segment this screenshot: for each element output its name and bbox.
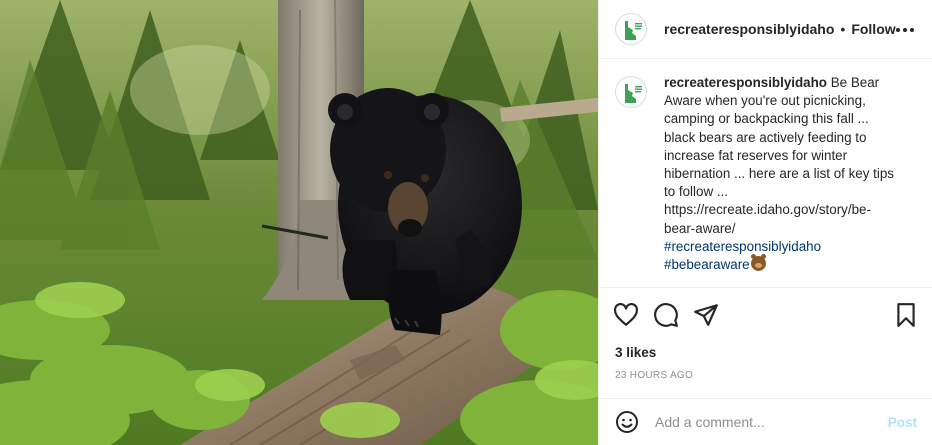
caption-username[interactable]: recreateresponsiblyidaho — [664, 75, 827, 90]
idaho-logo-icon — [625, 21, 642, 40]
action-bar — [613, 302, 919, 328]
post-timestamp[interactable]: 23 HOURS AGO — [615, 370, 693, 381]
caption-text: recreateresponsiblyidaho Be Bear Aware w… — [664, 74, 900, 274]
follow-button[interactable]: Follow — [851, 21, 895, 37]
hashtag-link[interactable]: #recreateresponsiblyidaho — [664, 238, 900, 256]
hashtag-link[interactable]: #bebearaware — [664, 257, 750, 272]
post-sidebar: recreateresponsiblyidaho • Follow recrea… — [598, 0, 932, 445]
post-header: recreateresponsiblyidaho • Follow — [599, 0, 932, 59]
bear-face-emoji — [750, 254, 766, 272]
comment-bar: Post — [599, 399, 932, 445]
avatar[interactable] — [615, 13, 647, 45]
idaho-logo-icon — [625, 84, 642, 103]
caption-body: Be Bear Aware when you're out picnicking… — [664, 75, 894, 236]
paper-plane-icon[interactable] — [693, 302, 719, 328]
post-photo[interactable] — [0, 0, 598, 445]
post-comment-button[interactable]: Post — [888, 415, 917, 430]
header-username[interactable]: recreateresponsiblyidaho — [664, 21, 834, 37]
bookmark-icon[interactable] — [893, 302, 919, 328]
caption-avatar[interactable] — [615, 76, 647, 108]
caption: recreateresponsiblyidaho Be Bear Aware w… — [615, 74, 915, 274]
instagram-post: recreateresponsiblyidaho • Follow recrea… — [0, 0, 932, 445]
smiley-icon[interactable] — [615, 410, 639, 434]
heart-icon[interactable] — [613, 302, 639, 328]
hashtag-line: #bebearaware — [664, 254, 766, 272]
divider — [599, 287, 932, 288]
comment-input[interactable] — [655, 414, 875, 430]
more-horizontal-icon[interactable] — [895, 20, 915, 40]
separator-dot: • — [840, 21, 846, 37]
photo-bear — [0, 0, 598, 445]
likes-count[interactable]: 3 likes — [615, 345, 656, 360]
comment-bubble-icon[interactable] — [653, 302, 679, 328]
